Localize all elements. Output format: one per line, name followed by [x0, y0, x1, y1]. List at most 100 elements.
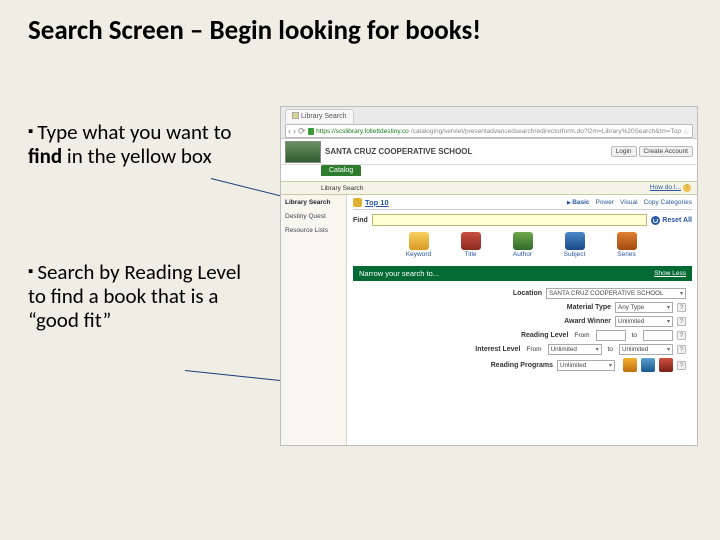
interest-to-select[interactable]: Unlimited▾: [619, 344, 673, 355]
search-mode-tabs: Basic Power Visual Copy Categories: [567, 199, 692, 206]
browser-screenshot: Library Search ‹ › ⟳ https://scslibrary.…: [280, 106, 698, 446]
main-area: Library Search Destiny Quest Resource Li…: [281, 195, 697, 445]
divider: [353, 209, 692, 210]
reading-programs-label: Reading Programs: [465, 362, 553, 369]
help-icon[interactable]: ?: [677, 303, 686, 312]
reset-all-button[interactable]: Reset All: [651, 216, 692, 225]
browser-tab-label: Library Search: [301, 113, 347, 120]
award-winner-select[interactable]: Unlimited▾: [615, 316, 673, 327]
help-icon[interactable]: ?: [677, 361, 686, 370]
reading-programs-select[interactable]: Unlimited▾: [557, 360, 615, 371]
mode-visual[interactable]: Visual: [620, 199, 638, 206]
search-author-label: Author: [504, 251, 542, 258]
search-series-label: Series: [608, 251, 646, 258]
search-series-button[interactable]: Series: [608, 232, 646, 258]
narrow-search-title: Narrow your search to...: [359, 269, 439, 278]
keyword-icon: [409, 232, 429, 250]
bullet-1-text-a: Type what you want to: [37, 119, 231, 145]
catalog-tab[interactable]: Catalog: [321, 165, 361, 176]
catalog-tab-row: Catalog: [281, 165, 697, 181]
sidebar-item-library-search[interactable]: Library Search: [285, 199, 344, 206]
chevron-down-icon: ▾: [680, 290, 683, 297]
author-icon: [513, 232, 533, 250]
help-icon: ?: [683, 184, 691, 192]
award-winner-label: Award Winner: [523, 318, 611, 325]
search-subject-label: Subject: [556, 251, 594, 258]
site-header: SANTA CRUZ COOPERATIVE SCHOOL Login Crea…: [281, 139, 697, 165]
reading-from-label: From: [574, 332, 589, 339]
reading-level-to-input[interactable]: [643, 330, 673, 341]
bullet-2: ▪Search by Reading Level to find a book …: [28, 260, 248, 333]
search-subject-button[interactable]: Subject: [556, 232, 594, 258]
mode-copy-categories[interactable]: Copy Categories: [644, 199, 692, 206]
program-icon-3[interactable]: [659, 358, 673, 372]
bullet-1: ▪Type what you want to find in the yello…: [28, 120, 248, 168]
interest-level-label: Interest Level: [432, 346, 520, 353]
search-title-label: Title: [452, 251, 490, 258]
search-keyword-button[interactable]: Keyword: [400, 232, 438, 258]
trophy-icon: [353, 198, 362, 207]
help-icon[interactable]: ?: [677, 317, 686, 326]
search-title-button[interactable]: Title: [452, 232, 490, 258]
search-type-buttons: Keyword Title Author Subject Series: [353, 232, 692, 258]
login-button[interactable]: Login: [611, 146, 637, 157]
reset-all-label: Reset All: [662, 217, 692, 224]
mode-basic[interactable]: Basic: [567, 199, 590, 206]
chevron-down-icon: ▾: [667, 304, 670, 311]
bullet-2-text: Search by Reading Level to find a book t…: [28, 259, 241, 333]
narrow-form: Location SANTA CRUZ COOPERATIVE SCHOOL▾ …: [353, 281, 692, 377]
reading-program-icons: [623, 358, 673, 372]
series-icon: [617, 232, 637, 250]
nav-reload-icon[interactable]: ⟳: [298, 126, 306, 137]
school-name: SANTA CRUZ COOPERATIVE SCHOOL: [325, 147, 472, 156]
interest-from-select[interactable]: Unlimited▾: [548, 344, 602, 355]
mode-power[interactable]: Power: [596, 199, 614, 206]
url-host: https://scslibrary.follettdestiny.com: [316, 128, 409, 135]
chevron-down-icon: ▾: [596, 346, 599, 353]
narrow-search-bar: Narrow your search to... Show Less: [353, 266, 692, 281]
address-bar[interactable]: ‹ › ⟳ https://scslibrary.follettdestiny.…: [285, 124, 693, 138]
find-label: Find: [353, 217, 368, 224]
school-thumbnail: [285, 141, 321, 163]
library-search-subtab[interactable]: Library Search: [321, 185, 363, 192]
find-input[interactable]: [372, 214, 648, 226]
reading-level-from-input[interactable]: [596, 330, 626, 341]
chevron-down-icon: ▾: [609, 362, 612, 369]
url-path: /cataloging/servlet/presentadvancedsearc…: [411, 128, 681, 135]
create-account-button[interactable]: Create Account: [639, 146, 693, 157]
location-label: Location: [454, 290, 542, 297]
bullet-1-bold: find: [28, 143, 62, 169]
program-icon-2[interactable]: [641, 358, 655, 372]
reading-to-label: to: [632, 332, 637, 339]
browser-tab[interactable]: Library Search: [285, 109, 354, 123]
nav-back-icon[interactable]: ‹: [288, 126, 291, 136]
browser-chrome: Library Search ‹ › ⟳ https://scslibrary.…: [281, 107, 697, 139]
help-icon[interactable]: ?: [677, 331, 686, 340]
bullet-1-text-b: in the yellow box: [62, 143, 212, 169]
sidebar: Library Search Destiny Quest Resource Li…: [281, 195, 347, 445]
subtab-row: Library Search How do I...?: [281, 181, 697, 195]
help-icon[interactable]: ?: [677, 345, 686, 354]
show-less-link[interactable]: Show Less: [654, 270, 686, 277]
page-icon: [292, 112, 299, 119]
top-10-link[interactable]: Top 10: [365, 198, 389, 207]
chevron-down-icon: ▾: [667, 318, 670, 325]
program-icon-1[interactable]: [623, 358, 637, 372]
material-type-label: Material Type: [523, 304, 611, 311]
how-do-i-link[interactable]: How do I...?: [650, 184, 691, 192]
interest-from-label: From: [526, 346, 541, 353]
reset-icon: [651, 216, 660, 225]
sidebar-item-destiny-quest[interactable]: Destiny Quest: [285, 213, 344, 220]
sidebar-item-resource-lists[interactable]: Resource Lists: [285, 227, 344, 234]
bookmark-star-icon[interactable]: ☆: [683, 127, 690, 136]
reading-level-label: Reading Level: [480, 332, 568, 339]
subject-icon: [565, 232, 585, 250]
nav-fwd-icon[interactable]: ›: [293, 126, 296, 136]
search-keyword-label: Keyword: [400, 251, 438, 258]
interest-to-label: to: [608, 346, 613, 353]
chevron-down-icon: ▾: [667, 346, 670, 353]
search-author-button[interactable]: Author: [504, 232, 542, 258]
material-type-select[interactable]: Any Type▾: [615, 302, 673, 313]
bullet-marker: ▪: [28, 263, 33, 281]
location-select[interactable]: SANTA CRUZ COOPERATIVE SCHOOL▾: [546, 288, 686, 299]
